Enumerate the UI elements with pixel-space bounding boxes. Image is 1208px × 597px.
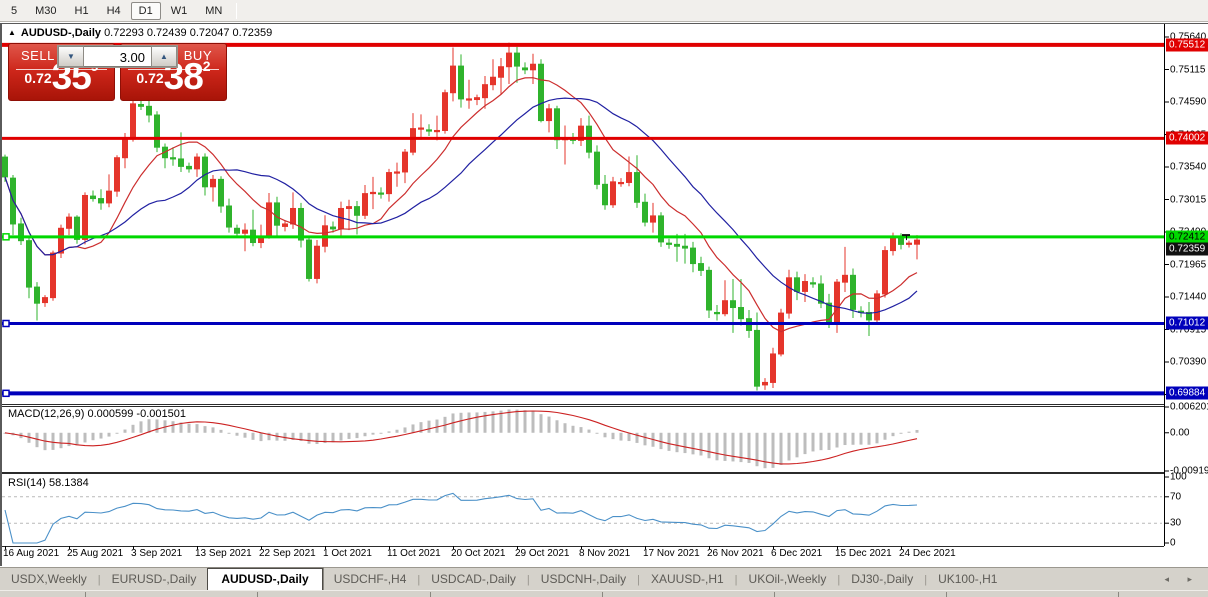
timeframe-button-w1[interactable]: W1 (163, 2, 196, 20)
strip-tick (257, 592, 258, 597)
price-axis-tick-label: 0.74590 (1170, 97, 1206, 108)
level-price-label: 0.75512 (1166, 38, 1208, 51)
volume-increase-button[interactable]: ▲ (151, 46, 177, 67)
price-axis-tick-label: 0.71440 (1170, 292, 1206, 303)
date-axis-label: 22 Sep 2021 (259, 548, 316, 559)
macd-axis-tick-label: 0.006201 (1170, 402, 1208, 413)
date-axis-label: 1 Oct 2021 (323, 548, 372, 559)
rsi-axis-tick-label: 70 (1170, 491, 1181, 502)
date-axis-label: 29 Oct 2021 (515, 548, 569, 559)
strip-tick (774, 592, 775, 597)
price-axis-tick-label: 0.70390 (1170, 357, 1206, 368)
price-axis-tick-label: 0.73015 (1170, 194, 1206, 205)
level-price-label: 0.69884 (1166, 387, 1208, 400)
chart-tab-usdcad-daily[interactable]: USDCAD-,Daily (420, 569, 527, 590)
chart-tabbar: USDX,Weekly|EURUSD-,DailyAUDUSD-,DailyUS… (0, 567, 1208, 590)
buy-price-prefix: 0.72 (136, 70, 163, 86)
timeframe-button-h1[interactable]: H1 (67, 2, 97, 20)
date-axis-label: 8 Nov 2021 (579, 548, 630, 559)
timeframe-button-h4[interactable]: H4 (99, 2, 129, 20)
price-axis-tick-label: 0.73540 (1170, 162, 1206, 173)
date-axis-label: 11 Oct 2021 (387, 548, 441, 559)
chart-tab-eurusd-daily[interactable]: EURUSD-,Daily (101, 569, 208, 590)
toolbar-separator (236, 3, 237, 19)
level-price-label: 0.74002 (1166, 132, 1208, 145)
chart-tab-ukoil-weekly[interactable]: UKOil-,Weekly (738, 569, 838, 590)
chart-tab-audusd-daily[interactable]: AUDUSD-,Daily (207, 568, 322, 591)
macd-axis-tick-label: 0.00 (1170, 427, 1189, 438)
volume-input[interactable]: 3.00 (84, 46, 151, 67)
volume-decrease-button[interactable]: ▼ (58, 46, 84, 67)
chart-tab-xauusd-h1[interactable]: XAUUSD-,H1 (640, 569, 735, 590)
rsi-axis-tick-label: 100 (1170, 472, 1187, 483)
date-axis-label: 16 Aug 2021 (3, 548, 59, 559)
date-axis-label: 20 Oct 2021 (451, 548, 505, 559)
date-axis-label: 25 Aug 2021 (67, 548, 123, 559)
chart-tab-usdchf-h4[interactable]: USDCHF-,H4 (323, 569, 418, 590)
date-axis-label: 24 Dec 2021 (899, 548, 956, 559)
chart-window (0, 23, 1208, 566)
timeframe-button-mn[interactable]: MN (197, 2, 230, 20)
date-axis-label: 3 Sep 2021 (131, 548, 182, 559)
strip-tick (430, 592, 431, 597)
current-price-label: 0.72359 (1166, 242, 1208, 255)
chart-tab-uk100-h1[interactable]: UK100-,H1 (927, 569, 1008, 590)
chart-tab-usdx-weekly[interactable]: USDX,Weekly (0, 569, 98, 590)
rsi-indicator-label: RSI(14) 58.1384 (8, 477, 89, 489)
timeframe-button-m30[interactable]: M30 (27, 2, 64, 20)
strip-tick (85, 592, 86, 597)
level-price-label: 0.71012 (1166, 317, 1208, 330)
date-axis-label: 26 Nov 2021 (707, 548, 764, 559)
chart-tab-usdcnh-daily[interactable]: USDCNH-,Daily (530, 569, 637, 590)
bottom-edge-strip (0, 590, 1208, 597)
timeframe-toolbar: 5M30H1H4D1W1MN (0, 0, 1208, 22)
one-click-trading-panel: SELL 0.72359 BUY 0.72382 ▼ 3.00 ▲ (8, 43, 227, 101)
strip-tick (602, 592, 603, 597)
date-axis-label: 13 Sep 2021 (195, 548, 252, 559)
tab-scroll-arrows[interactable]: ◂ ▸ (1164, 574, 1200, 585)
rsi-axis-tick-label: 0 (1170, 538, 1176, 549)
date-axis-label: 17 Nov 2021 (643, 548, 700, 559)
price-axis-tick-label: 0.71965 (1170, 259, 1206, 270)
buy-price-pip: 2 (203, 58, 211, 74)
rsi-axis-tick-label: 30 (1170, 518, 1181, 529)
sell-price-prefix: 0.72 (24, 70, 51, 86)
strip-tick (946, 592, 947, 597)
date-axis-label: 15 Dec 2021 (835, 548, 892, 559)
macd-indicator-label: MACD(12,26,9) 0.000599 -0.001501 (8, 408, 186, 420)
chart-title: ▲ AUDUSD-,Daily 0.72293 0.72439 0.72047 0… (8, 27, 272, 39)
price-axis-tick-label: 0.75115 (1170, 64, 1205, 75)
trading-terminal: 5M30H1H4D1W1MN ▲ AUDUSD-,Daily 0.72293 0.… (0, 0, 1208, 597)
chart-symbol: AUDUSD-,Daily (21, 27, 101, 39)
timeframe-button-5[interactable]: 5 (3, 2, 25, 20)
timeframe-button-d1[interactable]: D1 (131, 2, 161, 20)
collapse-triangle-icon[interactable]: ▲ (8, 28, 16, 37)
chart-ohlc-values: 0.72293 0.72439 0.72047 0.72359 (104, 27, 272, 39)
strip-tick (1118, 592, 1119, 597)
date-axis-label: 6 Dec 2021 (771, 548, 822, 559)
chart-tab-dj30-daily[interactable]: DJ30-,Daily (840, 569, 924, 590)
volume-spinner: ▼ 3.00 ▲ (57, 45, 178, 68)
